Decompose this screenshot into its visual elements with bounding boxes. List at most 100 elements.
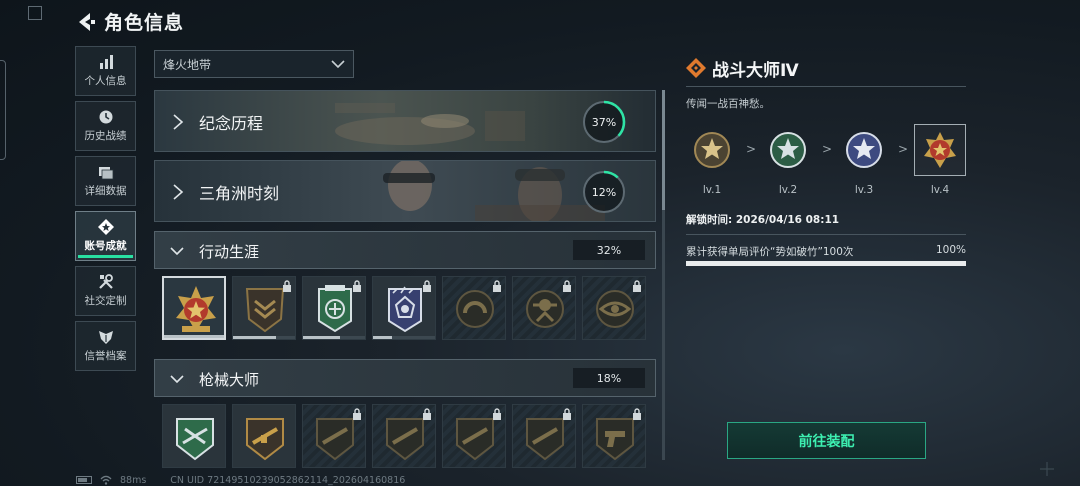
lock-icon — [423, 408, 431, 420]
level-progression: lv.1 > lv.2 > lv.3 > lv.4 — [686, 124, 968, 204]
category-percent: 12% — [591, 185, 617, 199]
edge-handle[interactable] — [0, 60, 6, 160]
gold-star-medal-icon — [694, 132, 730, 168]
gold-rifle-medal-icon — [246, 418, 284, 461]
divider — [686, 86, 966, 87]
lock-icon — [563, 280, 571, 292]
level-label: lv.4 — [930, 184, 950, 196]
task-description: 累计获得单局评价“势如破竹”100次 — [686, 246, 854, 258]
uid-text: CN UID 7214951023905286211​4_20260416081… — [170, 474, 406, 486]
wifi-icon — [100, 475, 112, 485]
lock-icon — [633, 280, 641, 292]
badge-gun-2[interactable] — [232, 404, 296, 468]
badge-career-4[interactable] — [372, 276, 436, 340]
back-button[interactable] — [76, 10, 96, 34]
category-career[interactable]: 行动生涯 32% — [154, 231, 656, 269]
level-1[interactable]: lv.1 — [686, 124, 738, 196]
clock-icon — [99, 110, 112, 124]
sidebar-item-reputation[interactable]: 信誉档案 — [75, 321, 136, 371]
task-progress-bar — [686, 261, 966, 266]
task-row: 累计获得单局评价“势如破竹”100次 100% — [686, 244, 966, 259]
category-name: 行动生涯 — [199, 243, 260, 261]
folder-icon — [98, 167, 113, 180]
category-name: 枪械大师 — [199, 371, 260, 389]
badge-career-5[interactable] — [442, 276, 506, 340]
career-badge-row — [162, 276, 646, 340]
level-label: lv.2 — [778, 184, 798, 196]
level-2[interactable]: lv.2 — [762, 124, 814, 196]
lock-icon — [493, 408, 501, 420]
sidebar-item-label: 个人信息 — [84, 75, 127, 87]
badge-career-2[interactable] — [232, 276, 296, 340]
gold-star-medal-icon — [176, 286, 216, 332]
sidebar-item-label: 社交定制 — [84, 295, 127, 307]
lock-icon — [353, 408, 361, 420]
achievement-description: 传闻一战百神愁。 — [686, 98, 770, 110]
page-title: 角色信息 — [104, 12, 185, 34]
level-label: lv.1 — [702, 184, 722, 196]
badge-gun-6[interactable] — [512, 404, 576, 468]
chevron-right-icon — [173, 184, 184, 200]
badge-gun-7[interactable] — [582, 404, 646, 468]
divider — [686, 234, 966, 235]
red-gold-star-medal-icon — [924, 132, 956, 168]
sidebar: 个人信息 历史战绩 详细数据 账号成就 社交定制 信誉档案 — [75, 46, 137, 376]
sidebar-item-label: 信誉档案 — [84, 350, 127, 362]
lock-icon — [493, 280, 501, 292]
sidebar-item-profile[interactable]: 个人信息 — [75, 46, 136, 96]
battery-icon — [76, 476, 92, 484]
category-percent: 37% — [591, 115, 617, 129]
badge-gun-5[interactable] — [442, 404, 506, 468]
achievement-screen: 角色信息 个人信息 历史战绩 详细数据 账号成就 社交定制 信誉档案 烽火地带 — [0, 0, 1080, 486]
category-memorial[interactable]: 纪念历程 37% — [154, 90, 656, 152]
lock-icon — [563, 408, 571, 420]
sidebar-item-achievements[interactable]: 账号成就 — [75, 211, 136, 261]
chevron-down-icon — [170, 375, 184, 384]
badge-gun-3[interactable] — [302, 404, 366, 468]
level-arrow: > — [898, 142, 909, 156]
tools-icon — [98, 274, 113, 289]
category-name: 三角洲时刻 — [199, 184, 280, 203]
category-name: 纪念历程 — [199, 114, 264, 133]
badge-career-6[interactable] — [512, 276, 576, 340]
status-footer: 88ms CN UID 7214951023905286211​4_202604… — [76, 474, 405, 486]
sidebar-item-label: 历史战绩 — [84, 130, 127, 142]
chevron-down-icon — [170, 247, 184, 256]
lock-icon — [353, 280, 361, 292]
badge-gun-1[interactable] — [162, 404, 226, 468]
level-3[interactable]: lv.3 — [838, 124, 890, 196]
sidebar-item-history[interactable]: 历史战绩 — [75, 101, 136, 151]
mode-dropdown-value: 烽火地带 — [163, 57, 212, 72]
category-percent: 32% — [573, 240, 645, 260]
level-arrow: > — [746, 142, 757, 156]
chevron-down-icon — [331, 60, 345, 69]
badge-progress-bar — [303, 336, 365, 339]
level-label: lv.3 — [854, 184, 874, 196]
level-4[interactable]: lv.4 — [914, 124, 966, 196]
bar-chart-icon — [99, 55, 113, 69]
achievement-title: 战斗大师Ⅳ — [712, 61, 799, 81]
achievement-diamond-icon — [686, 58, 706, 78]
badge-career-7[interactable] — [582, 276, 646, 340]
diamond-star-icon — [97, 219, 114, 235]
category-delta-moments[interactable]: 三角洲时刻 12% — [154, 160, 656, 222]
sidebar-item-social[interactable]: 社交定制 — [75, 266, 136, 316]
badge-career-1[interactable] — [162, 276, 226, 340]
mode-dropdown[interactable]: 烽火地带 — [154, 50, 354, 78]
ping-value: 88ms — [120, 474, 147, 486]
equip-button[interactable]: 前往装配 — [727, 422, 926, 459]
category-percent: 18% — [573, 368, 645, 388]
badge-progress-bar — [164, 335, 224, 338]
lock-icon — [633, 408, 641, 420]
level-arrow: > — [822, 142, 833, 156]
back-arrow-icon — [79, 13, 95, 31]
corner-frame-icon — [28, 6, 42, 20]
category-gun-master[interactable]: 枪械大师 18% — [154, 359, 656, 397]
sidebar-item-details[interactable]: 详细数据 — [75, 156, 136, 206]
badge-career-3[interactable] — [302, 276, 366, 340]
list-scrollbar-thumb[interactable] — [662, 90, 665, 210]
badge-gun-4[interactable] — [372, 404, 436, 468]
shield-wing-icon — [98, 331, 113, 344]
gun-badge-row — [162, 404, 646, 468]
plus-icon — [1040, 462, 1054, 476]
